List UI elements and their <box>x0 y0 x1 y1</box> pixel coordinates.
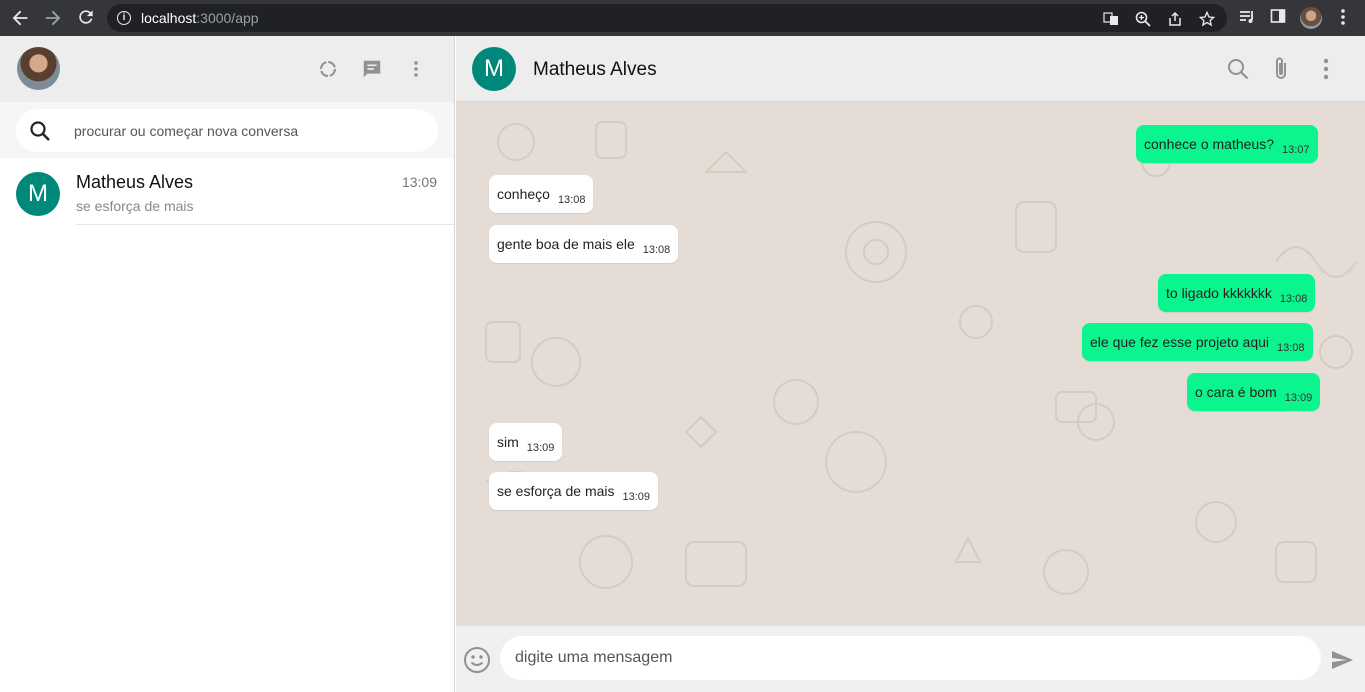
message-text: sim <box>497 434 519 450</box>
sidebar: M Matheus Alves 13:09 se esforça de mais <box>0 36 455 692</box>
translate-icon[interactable] <box>1103 11 1119 27</box>
chat-last-message: se esforça de mais <box>76 198 194 214</box>
message-text: conhece o matheus? <box>1144 136 1274 152</box>
message-time: 13:09 <box>1284 392 1313 404</box>
message-bubble-outgoing: ele que fez esse projeto aqui 13:08 <box>1082 323 1313 361</box>
message-time: 13:08 <box>1279 293 1308 305</box>
media-icon[interactable] <box>1237 8 1257 28</box>
message-bubble-outgoing: to ligado kkkkkkk 13:08 <box>1158 274 1316 312</box>
star-icon[interactable] <box>1198 10 1216 27</box>
message-bubble-incoming: se esforça de mais 13:09 <box>489 472 659 510</box>
chat-name: Matheus Alves <box>76 172 194 192</box>
message-time: 13:08 <box>557 194 586 206</box>
new-chat-icon[interactable] <box>360 57 384 81</box>
message-list: conhece o matheus? 13:07 conheço 13:08 gen… <box>456 102 1365 626</box>
url-text: localhost:3000/app <box>141 10 259 26</box>
message-text: to ligado kkkkkkk <box>1166 285 1272 301</box>
message-text: o cara é bom <box>1195 384 1277 400</box>
message-bubble-outgoing: conhece o matheus? 13:07 <box>1136 125 1318 163</box>
zoom-icon[interactable] <box>1135 11 1151 27</box>
menu-icon[interactable] <box>404 57 428 81</box>
message-bubble-outgoing: o cara é bom 13:09 <box>1187 373 1321 411</box>
message-time: 13:07 <box>1281 144 1310 156</box>
browser-toolbar: i localhost:3000/app <box>0 0 1365 36</box>
menu-icon[interactable] <box>1313 56 1339 82</box>
conversation-header: M Matheus Alves <box>456 36 1365 102</box>
menu-icon[interactable] <box>1333 8 1353 28</box>
message-text: conheço <box>497 186 550 202</box>
forward-arrow-icon[interactable] <box>42 7 64 29</box>
composer <box>456 626 1365 692</box>
conversation-panel: M Matheus Alves conhece o matheus? 13:07… <box>456 36 1365 692</box>
chat-time: 13:09 <box>401 174 437 190</box>
back-arrow-icon[interactable] <box>9 7 31 29</box>
message-bubble-incoming: conheço 13:08 <box>489 175 594 213</box>
search-icon[interactable] <box>1225 56 1251 82</box>
reload-icon[interactable] <box>75 7 97 29</box>
sidebar-header <box>0 36 454 102</box>
message-time: 13:08 <box>642 244 671 256</box>
search-bar <box>0 102 454 158</box>
address-bar[interactable]: i localhost:3000/app <box>107 4 1227 32</box>
avatar[interactable] <box>17 47 60 90</box>
share-icon[interactable] <box>1167 11 1183 27</box>
search-box[interactable] <box>16 109 438 152</box>
contact-name[interactable]: Matheus Alves <box>533 59 657 81</box>
message-text: se esforça de mais <box>497 483 615 499</box>
avatar[interactable]: M <box>472 47 516 91</box>
message-text: gente boa de mais ele <box>497 236 635 252</box>
send-icon[interactable] <box>1330 648 1354 672</box>
list-item[interactable]: M Matheus Alves 13:09 se esforça de mais <box>0 158 454 225</box>
info-icon[interactable]: i <box>117 11 131 25</box>
message-bubble-incoming: sim 13:09 <box>489 423 563 461</box>
message-time: 13:09 <box>622 491 651 503</box>
status-icon[interactable] <box>316 57 340 81</box>
message-time: 13:09 <box>526 442 555 454</box>
emoji-icon[interactable] <box>463 646 491 674</box>
message-time: 13:08 <box>1277 342 1305 354</box>
message-input[interactable] <box>500 636 1321 680</box>
attach-icon[interactable] <box>1268 56 1294 82</box>
avatar: M <box>16 172 60 216</box>
search-input[interactable] <box>74 109 424 152</box>
search-icon <box>28 119 52 143</box>
profile-avatar[interactable] <box>1300 7 1322 29</box>
message-bubble-incoming: gente boa de mais ele 13:08 <box>489 225 679 263</box>
message-text: ele que fez esse projeto aqui <box>1090 334 1270 350</box>
side-panel-icon[interactable] <box>1268 8 1288 28</box>
divider <box>76 224 454 225</box>
